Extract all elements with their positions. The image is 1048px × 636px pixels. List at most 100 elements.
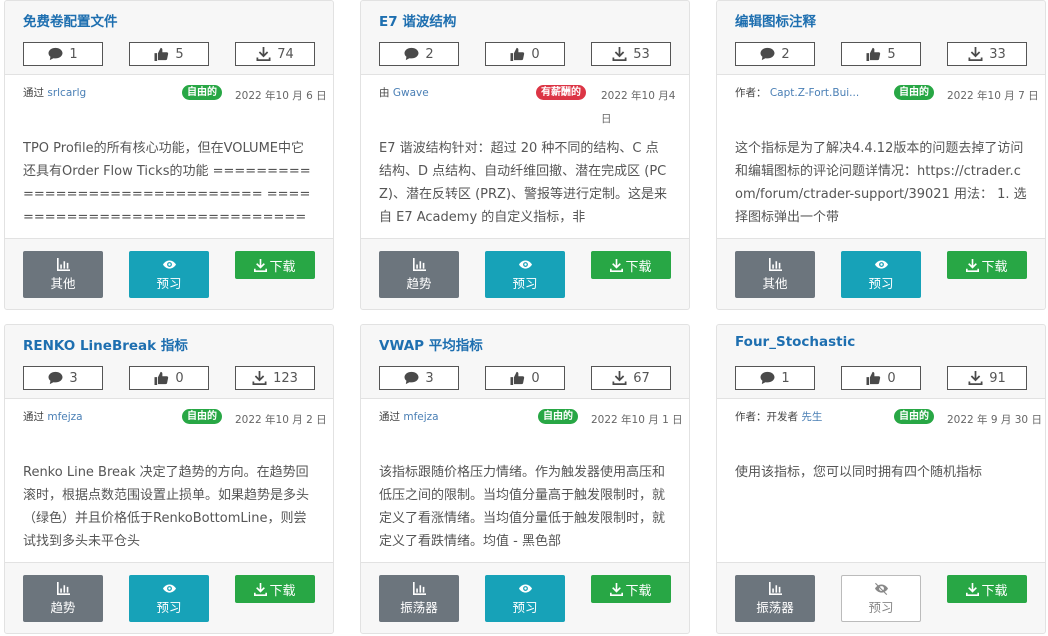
category-button[interactable]: 其他 [23, 251, 103, 298]
category-button[interactable]: 趋势 [23, 575, 103, 622]
comments-count[interactable]: 1 [735, 366, 815, 390]
downloads-count[interactable]: 74 [235, 42, 315, 66]
thumbs-up-icon [510, 47, 525, 61]
card-title[interactable]: Four_Stochastic [735, 334, 855, 350]
likes-count[interactable]: 0 [841, 366, 921, 390]
card-description: Renko Line Break 决定了趋势的方向。在趋势回滚时，根据点数范围设… [23, 465, 310, 549]
downloads-value: 91 [989, 370, 1006, 386]
category-button[interactable]: 振荡器 [379, 575, 459, 622]
card-meta: 作者： Capt.Z-Fort.Bui... 自由的 2022 年10 月 7 … [735, 85, 1039, 125]
card-description: 使用该指标，您可以同时拥有四个随机指标 [735, 465, 983, 480]
author-link[interactable]: 先生 [801, 411, 822, 423]
preview-button[interactable]: 预习 [129, 575, 209, 622]
publish-date: 2022 年10 月 1 日 [591, 414, 683, 426]
indicator-card: Four_Stochastic 1 0 91 作者：开发者 先生 自由的 202… [716, 324, 1046, 634]
preview-label: 预习 [868, 599, 894, 615]
bar-chart-icon [412, 581, 426, 595]
author-line: 通过 mfejza [379, 409, 439, 424]
card-title[interactable]: E7 谐波结构 [379, 10, 456, 30]
price-badge: 自由的 [894, 85, 934, 100]
likes-count[interactable]: 0 [485, 42, 565, 66]
category-label: 振荡器 [400, 599, 438, 615]
downloads-count[interactable]: 67 [591, 366, 671, 390]
card-header: E7 谐波结构 2 0 53 [361, 1, 689, 75]
comment-icon [404, 371, 419, 385]
thumbs-up-icon [154, 371, 169, 385]
eye-icon [162, 259, 176, 269]
author-line: 作者：开发者 先生 [735, 409, 822, 424]
author-link[interactable]: mfejza [403, 411, 438, 423]
downloads-count[interactable]: 91 [947, 366, 1027, 390]
card-title[interactable]: 编辑图标注释 [735, 10, 816, 30]
category-button[interactable]: 趋势 [379, 251, 459, 298]
publish-date: 2022 年10 月 6 日 [235, 90, 327, 102]
comment-icon [48, 371, 63, 385]
comments-count[interactable]: 1 [23, 42, 103, 66]
download-button[interactable]: 下载 [947, 575, 1027, 603]
card-description: 该指标跟随价格压力情绪。作为触发器使用高压和低压之间的限制。当均值分量高于触发限… [379, 465, 666, 549]
preview-label: 预习 [512, 599, 538, 615]
author-link[interactable]: Gwave [393, 87, 429, 99]
comments-count[interactable]: 3 [23, 366, 103, 390]
comment-icon [760, 47, 775, 61]
download-button[interactable]: 下载 [591, 575, 671, 603]
category-button[interactable]: 其他 [735, 251, 815, 298]
downloads-count[interactable]: 123 [235, 366, 315, 390]
author-link[interactable]: Capt.Z-Fort.Bui... [770, 87, 859, 99]
price-badge: 自由的 [538, 409, 578, 424]
preview-button[interactable]: 预习 [841, 575, 921, 622]
indicator-card: 编辑图标注释 2 5 33 作者： Capt.Z-Fort.Bui... 自由的… [716, 0, 1046, 310]
download-label: 下载 [269, 259, 296, 275]
comment-icon [760, 371, 775, 385]
likes-value: 5 [887, 46, 896, 62]
preview-button[interactable]: 预习 [485, 575, 565, 622]
comments-count[interactable]: 2 [735, 42, 815, 66]
download-button[interactable]: 下载 [235, 575, 315, 603]
likes-count[interactable]: 5 [841, 42, 921, 66]
downloads-value: 67 [633, 370, 650, 386]
comments-value: 1 [69, 46, 78, 62]
preview-button[interactable]: 预习 [129, 251, 209, 298]
download-icon [252, 371, 267, 385]
preview-button[interactable]: 预习 [485, 251, 565, 298]
author-line: 通过 srlcarlg [23, 85, 86, 100]
likes-value: 0 [531, 370, 540, 386]
category-label: 趋势 [50, 599, 76, 615]
card-meta: 通过 mfejza 自由的 2022 年10 月 2 日 [23, 409, 327, 449]
preview-label: 预习 [868, 275, 894, 291]
download-button[interactable]: 下载 [591, 251, 671, 279]
likes-count[interactable]: 0 [485, 366, 565, 390]
card-title[interactable]: RENKO LineBreak 指标 [23, 334, 188, 354]
author-link[interactable]: mfejza [47, 411, 82, 423]
card-body: 作者： Capt.Z-Fort.Bui... 自由的 2022 年10 月 7 … [717, 75, 1045, 239]
downloads-count[interactable]: 33 [947, 42, 1027, 66]
author-link[interactable]: srlcarlg [47, 87, 86, 99]
card-header: RENKO LineBreak 指标 3 0 123 [5, 325, 333, 399]
price-badge: 自由的 [182, 409, 222, 424]
bar-chart-icon [56, 257, 70, 271]
download-button[interactable]: 下载 [235, 251, 315, 279]
download-label: 下载 [625, 583, 652, 599]
card-title[interactable]: 免费卷配置文件 [23, 10, 118, 30]
author-prefix: 通过 [23, 87, 44, 99]
comment-icon [404, 47, 419, 61]
downloads-value: 53 [633, 46, 650, 62]
category-button[interactable]: 振荡器 [735, 575, 815, 622]
likes-count[interactable]: 0 [129, 366, 209, 390]
card-description: E7 谐波结构针对：超过 20 种不同的结构、C 点结构、D 点结构、自动纤维回… [379, 141, 668, 225]
comments-count[interactable]: 3 [379, 366, 459, 390]
card-header: 编辑图标注释 2 5 33 [717, 1, 1045, 75]
card-body: 由 Gwave 有薪酬的 2022 年10 月4 日 E7 谐波结构针对：超过 … [361, 75, 689, 239]
card-description: TPO Profile的所有核心功能，但在VOLUME中它还具有Order Fl… [23, 141, 311, 237]
download-button[interactable]: 下载 [947, 251, 1027, 279]
downloads-count[interactable]: 53 [591, 42, 671, 66]
comments-value: 2 [781, 46, 790, 62]
category-label: 趋势 [406, 275, 432, 291]
likes-count[interactable]: 5 [129, 42, 209, 66]
card-title[interactable]: VWAP 平均指标 [379, 334, 483, 354]
comments-count[interactable]: 2 [379, 42, 459, 66]
preview-button[interactable]: 预习 [841, 251, 921, 298]
thumbs-up-icon [154, 47, 169, 61]
preview-label: 预习 [156, 599, 182, 615]
indicator-card: VWAP 平均指标 3 0 67 通过 mfejza 自由的 2022 年10 … [360, 324, 690, 634]
